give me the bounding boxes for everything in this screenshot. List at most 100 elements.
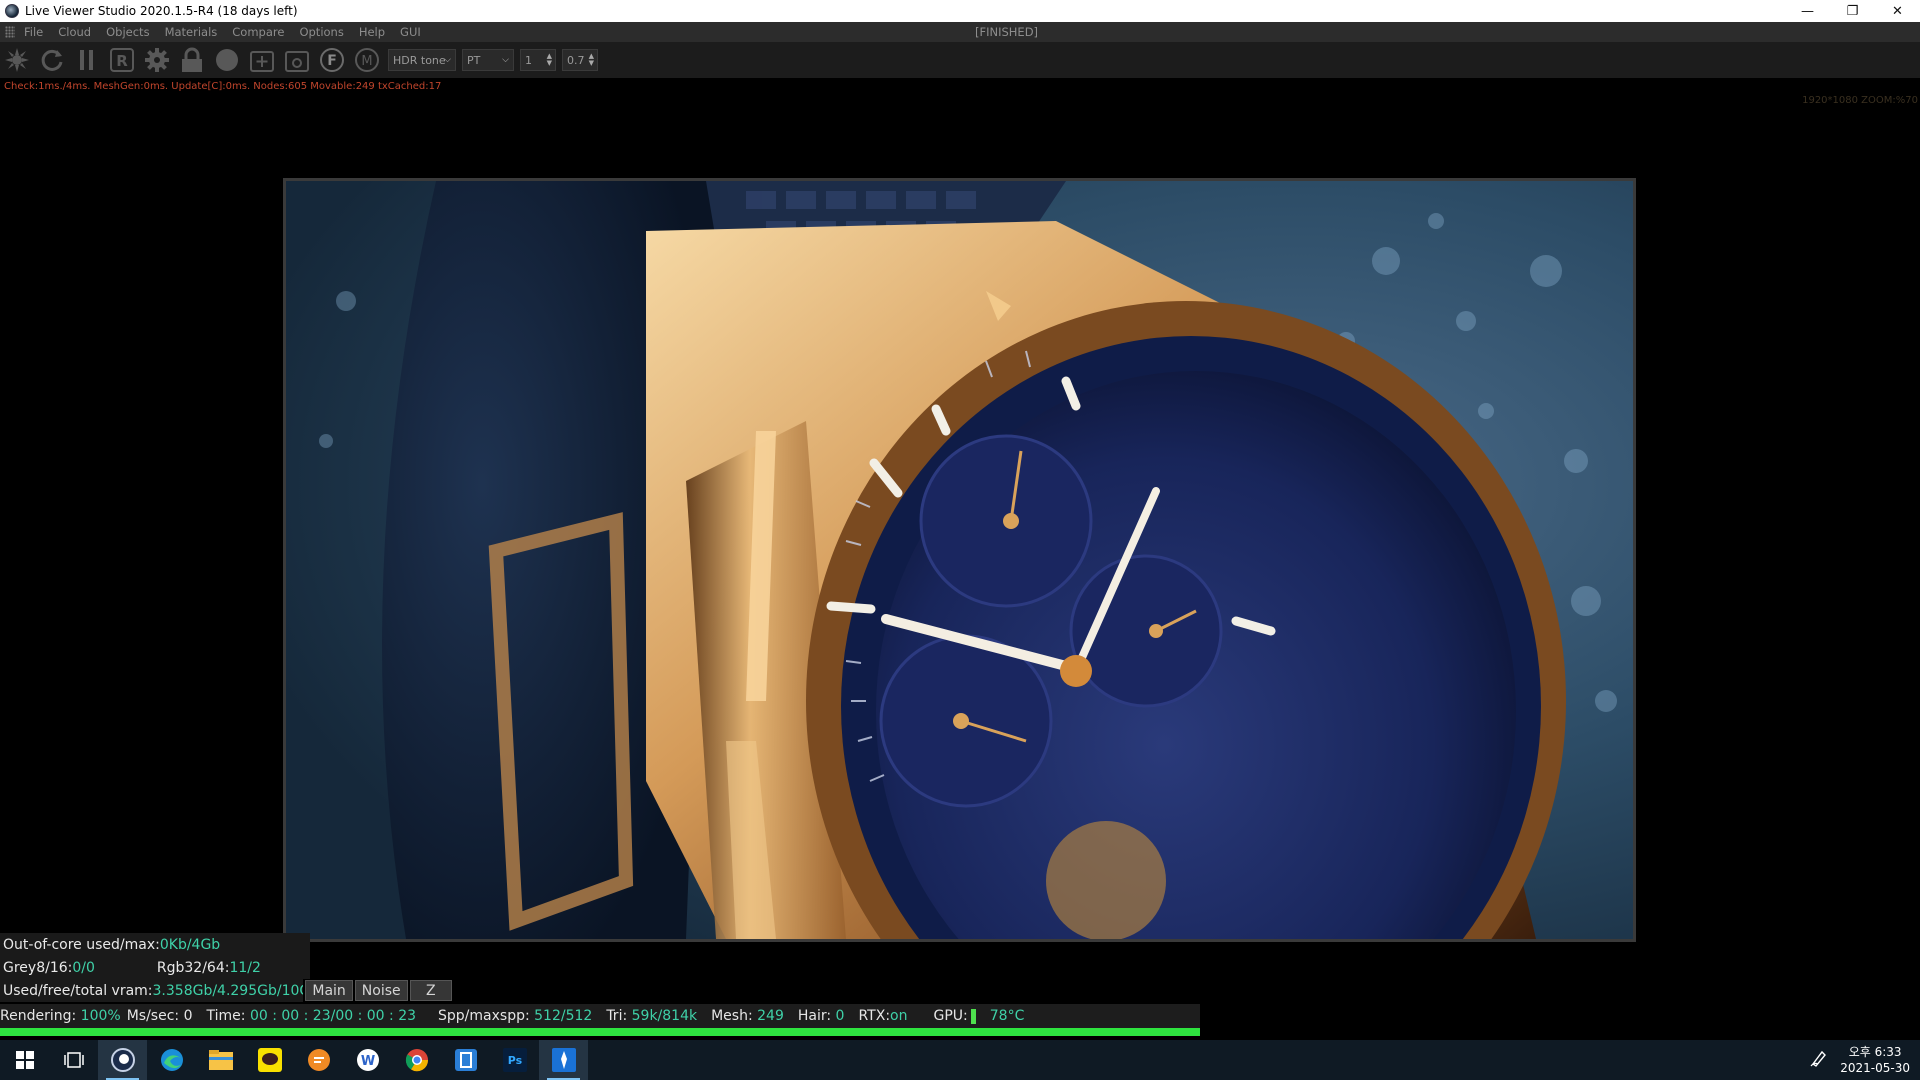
pin-app-icon[interactable] [539,1040,588,1080]
kernel-select[interactable]: PT ⌵ [462,49,514,71]
refresh-icon[interactable] [38,45,66,75]
menu-materials[interactable]: Materials [165,25,218,39]
window-title: Live Viewer Studio 2020.1.5-R4 (18 days … [25,4,298,18]
menu-file[interactable]: File [24,25,43,39]
zoom-info: 1920*1080 ZOOM:%70 [1802,95,1918,106]
tri-label: Tri: [606,1008,632,1024]
render-progress-fill [0,1028,1200,1036]
clock[interactable]: 오후 6:33 2021-05-30 [1840,1044,1910,1076]
rgb-value: 11/2 [229,959,261,976]
edge-icon[interactable] [147,1040,196,1080]
rendered-watch-image [286,181,1633,939]
grey-value: 0/0 [72,959,95,976]
render-status-bar: Rendering: 100% Ms/sec: 0 Time: 00 : 00 … [0,1004,1200,1028]
menu-gui[interactable]: GUI [400,25,421,39]
sphere-icon[interactable] [213,45,241,75]
material-letter: M [361,54,372,69]
task-view-icon[interactable] [49,1040,98,1080]
window-controls: — ❐ ✕ [1785,0,1920,22]
blue-app-icon[interactable] [441,1040,490,1080]
settings-gear-icon[interactable] [143,45,171,75]
cinema4d-icon[interactable] [98,1040,147,1080]
svg-text:W: W [360,1054,374,1069]
svg-text:Ps: Ps [507,1054,522,1067]
spin-arrows-icon: ▲ ▼ [546,52,552,67]
clock-time: 오후 6:33 [1848,1045,1902,1059]
out-of-core-value: 0Kb/4Gb [159,936,221,953]
clay-icon[interactable] [283,45,311,75]
pause-icon[interactable] [73,45,101,75]
chrome-icon[interactable] [392,1040,441,1080]
app-logo-icon [5,4,19,18]
render-region-letter: R [116,52,128,70]
rtx-info: RTX:on [858,1008,907,1024]
tonemap-value: HDR tone [393,53,446,67]
time-label: Time: [206,1008,250,1024]
render-progress-bar [0,1028,1200,1036]
hair-label: Hair: [797,1008,836,1024]
debug-stats: Check:1ms./4ms. MeshGen:0ms. Update[C]:0… [4,81,442,92]
render-region-icon[interactable]: R [108,45,136,75]
mssec-value: 0 [183,1008,193,1024]
spp-label: Spp/maxspp: [438,1008,535,1024]
menu-cloud[interactable]: Cloud [58,25,91,39]
render-viewport[interactable] [283,178,1636,942]
system-tray: 오후 6:33 2021-05-30 [1810,1040,1910,1080]
mesh-info: Mesh: 249 [711,1008,784,1024]
texture-info: Grey8/16: 0/0 Rgb32/64: 11/2 [0,956,310,979]
mssec-info: Ms/sec: 0 [127,1008,193,1024]
out-of-core-info: Out-of-core used/max: 0Kb/4Gb [0,933,310,956]
kernel-value: PT [467,53,481,67]
close-icon[interactable]: ✕ [1875,0,1920,22]
menu-objects[interactable]: Objects [106,25,149,39]
rendering-info: Rendering: 100% [0,1008,121,1024]
lock-icon[interactable] [178,45,206,75]
grey-label: Grey8/16: [3,959,73,976]
vram-value: 3.358Gb/4.295Gb/10Gb [152,982,304,999]
vram-info: Used/free/total vram: 3.358Gb/4.295Gb/10… [0,979,452,1002]
tri-value: 59k/814k [631,1008,698,1024]
menu-help[interactable]: Help [359,25,385,39]
time-value: 00 : 00 : 23/00 : 00 : 23 [249,1008,417,1024]
noise-button[interactable]: Noise [354,980,408,1001]
chat-bubble-icon[interactable] [294,1040,343,1080]
restore-icon[interactable]: ❐ [1830,0,1875,22]
add-camera-icon[interactable] [248,45,276,75]
gear-sparkle-icon[interactable] [3,45,31,75]
mesh-label: Mesh: [711,1008,758,1024]
file-explorer-icon[interactable] [196,1040,245,1080]
material-m-icon[interactable]: M [353,45,381,75]
z-button[interactable]: Z [409,980,452,1001]
rgb-label: Rgb32/64: [156,959,230,976]
taskbar: W Ps 오후 6:33 2021-05-30 [0,1040,1920,1080]
mesh-value: 249 [757,1008,784,1024]
chevron-down-icon: ⌵ [502,55,509,65]
tonemap-select[interactable]: HDR tone ⌵ [388,49,456,71]
photoshop-icon[interactable]: Ps [490,1040,539,1080]
spp-info: Spp/maxspp: 512/512 [438,1008,592,1024]
spin-box-2[interactable]: 0.7 ▲ ▼ [562,49,598,71]
spp-value: 512/512 [534,1008,593,1024]
main-button[interactable]: Main [305,980,353,1001]
rendering-label: Rendering: [0,1008,81,1024]
pen-icon[interactable] [1810,1049,1828,1071]
toolbar: R F M HDR tone ⌵ PT ⌵ 1 ▲ ▼ 0.7 ▲ ▼ [0,42,1920,78]
minimize-icon[interactable]: — [1785,0,1830,22]
menu-options[interactable]: Options [299,25,343,39]
vram-label: Used/free/total vram: [3,982,153,999]
grip-icon[interactable] [5,26,15,38]
time-info: Time: 00 : 00 : 23/00 : 00 : 23 [207,1008,417,1024]
rtx-label: RTX: [858,1008,891,1024]
kakaotalk-icon[interactable] [245,1040,294,1080]
clock-date: 2021-05-30 [1840,1061,1910,1075]
focus-f-icon[interactable]: F [318,45,346,75]
mssec-label: Ms/sec: [126,1008,184,1024]
out-of-core-label: Out-of-core used/max: [3,936,160,953]
render-status: [FINISHED] [975,25,1039,39]
menu-compare[interactable]: Compare [232,25,284,39]
hair-info: Hair: 0 [798,1008,845,1024]
spin-box-1[interactable]: 1 ▲ ▼ [520,49,556,71]
word-w-icon[interactable]: W [343,1040,392,1080]
windows-start-icon[interactable] [0,1040,49,1080]
title-bar: Live Viewer Studio 2020.1.5-R4 (18 days … [0,0,1920,22]
